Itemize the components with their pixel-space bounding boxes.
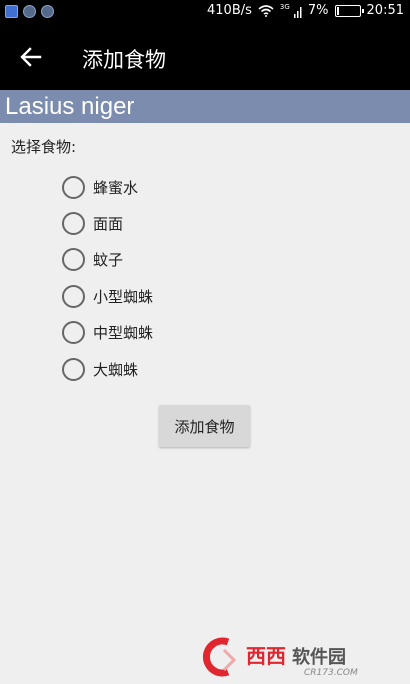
radio-button[interactable] xyxy=(62,321,85,345)
shield-notification-icon xyxy=(5,5,18,18)
radio-button[interactable] xyxy=(62,248,85,272)
food-option[interactable]: 蜂蜜水 xyxy=(62,169,153,205)
signal-bars-icon xyxy=(293,6,302,18)
arrow-left-icon xyxy=(20,47,42,67)
food-option[interactable]: 大蜘蛛 xyxy=(62,351,153,387)
wifi-icon xyxy=(258,4,274,17)
food-option[interactable]: 面面 xyxy=(62,205,153,241)
radio-button[interactable] xyxy=(62,175,85,199)
food-prompt-label: 选择食物: xyxy=(11,138,77,156)
app-notification-icon xyxy=(41,5,54,18)
svg-text:软件园: 软件园 xyxy=(292,646,346,668)
clock: 20:51 xyxy=(366,3,404,18)
battery-fill xyxy=(336,6,339,15)
network-speed: 410B/s xyxy=(207,3,252,18)
food-option-label: 中型蜘蛛 xyxy=(93,324,154,343)
cellular-signal-icon: 3G xyxy=(279,2,302,18)
status-indicators: 410B/s 3G 7% 20:51 xyxy=(207,3,404,18)
app-notification-icon xyxy=(23,5,36,18)
page-title: 添加食物 xyxy=(82,48,166,72)
species-header: Lasius niger xyxy=(0,90,410,123)
signal-network-tag: 3G xyxy=(279,2,290,11)
food-radio-group: 蜂蜜水 面面 蚊子 小型蜘蛛 中型蜘蛛 大蜘蛛 xyxy=(62,169,153,387)
battery-percent: 7% xyxy=(307,3,329,18)
cr173-watermark-logo: 西西 软件园 CR173.COM xyxy=(203,637,358,678)
food-option[interactable]: 中型蜘蛛 xyxy=(62,315,153,351)
food-option-label: 蜂蜜水 xyxy=(93,178,139,197)
food-option[interactable]: 蚊子 xyxy=(62,242,153,278)
battery-icon xyxy=(334,4,364,17)
radio-button[interactable] xyxy=(62,284,85,308)
radio-button[interactable] xyxy=(62,357,85,381)
notification-icons xyxy=(5,5,54,18)
radio-button[interactable] xyxy=(62,212,85,236)
back-button[interactable] xyxy=(12,38,50,76)
food-option-label: 大蜘蛛 xyxy=(93,360,139,379)
svg-text:西西: 西西 xyxy=(246,644,286,668)
app-bar: 添加食物 xyxy=(0,24,410,90)
food-option-label: 小型蜘蛛 xyxy=(93,287,154,306)
food-option-label: 蚊子 xyxy=(93,251,124,270)
food-option[interactable]: 小型蜘蛛 xyxy=(62,278,153,314)
food-option-label: 面面 xyxy=(93,215,124,234)
svg-text:CR173.COM: CR173.COM xyxy=(304,668,358,678)
add-food-button[interactable]: 添加食物 xyxy=(159,405,250,447)
status-bar: 410B/s 3G 7% 20:51 xyxy=(0,0,410,24)
